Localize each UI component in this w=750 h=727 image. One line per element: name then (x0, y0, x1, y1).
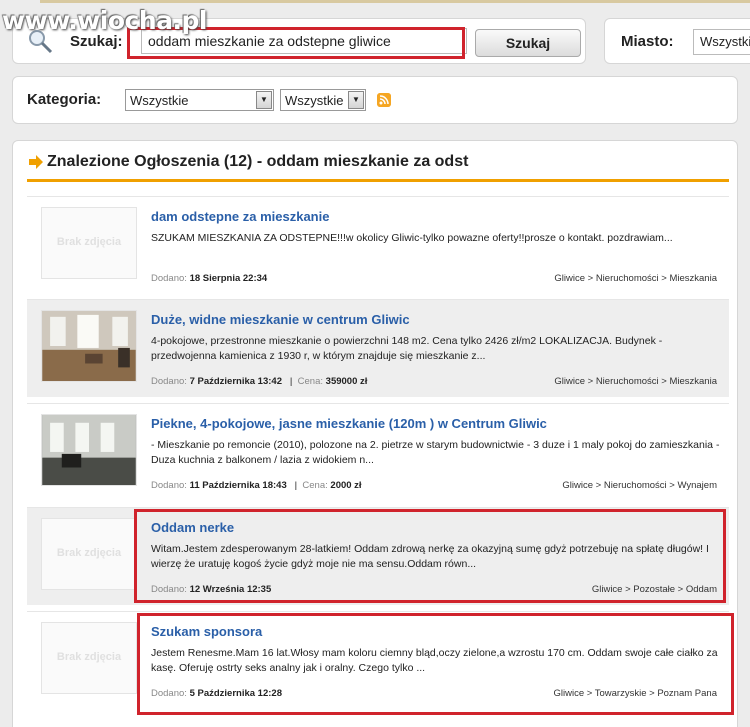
listing-title[interactable]: Duże, widne mieszkanie w centrum Gliwic (151, 312, 410, 327)
results-title-text: Znalezione Ogłoszenia (12) - oddam miesz… (47, 153, 469, 170)
listing-photo[interactable] (41, 310, 137, 382)
subcategory-select-value: Wszystkie (285, 93, 344, 108)
city-panel: Miasto: Wszystkie (604, 18, 750, 64)
listing-item[interactable]: Brak zdjęcia Szukam sponsora Jestem Rene… (27, 611, 729, 709)
listing-category-path[interactable]: Gliwice > Nieruchomości > Mieszkania (554, 273, 717, 284)
listing-thumbnail[interactable]: Brak zdjęcia (41, 622, 137, 694)
no-photo-label: Brak zdjęcia (56, 651, 122, 663)
top-strip (40, 0, 750, 3)
listing-meta: Dodano: 7 Października 13:42 | Cena: 359… (151, 376, 368, 387)
listing-title[interactable]: Piekne, 4-pokojowe, jasne mieszkanie (12… (151, 416, 547, 431)
listing-category-path[interactable]: Gliwice > Nieruchomości > Wynajem (562, 480, 717, 491)
listing-description: Jestem Renesme.Mam 16 lat.Włosy mam kolo… (151, 647, 718, 674)
listing-item[interactable]: Duże, widne mieszkanie w centrum Gliwic … (27, 299, 729, 397)
listing-description: - Mieszkanie po remoncie (2010), polozon… (151, 439, 720, 466)
listing-date: 18 Sierpnia 22:34 (189, 273, 268, 284)
category-select-value: Wszystkie (130, 93, 189, 108)
search-button[interactable]: Szukaj (475, 29, 581, 57)
subcategory-select[interactable]: Wszystkie ▼ (280, 89, 366, 111)
title-divider (27, 179, 729, 182)
listing-title[interactable]: Oddam nerke (151, 520, 234, 535)
listing-price: 2000 zł (330, 480, 362, 491)
listing-price: 359000 zł (325, 376, 368, 387)
listing-item[interactable]: Brak zdjęcia Oddam nerke Witam.Jestem zd… (27, 507, 729, 605)
listing-title[interactable]: dam odstepne za mieszkanie (151, 209, 329, 224)
chevron-down-icon: ▼ (348, 91, 364, 109)
listing-meta: Dodano: 18 Sierpnia 22:34 (151, 273, 268, 284)
listing-date: 7 Października 13:42 (189, 376, 282, 387)
no-photo-label: Brak zdjęcia (56, 547, 122, 559)
arrow-right-icon (29, 155, 43, 169)
listing-date: 5 Października 12:28 (189, 688, 282, 699)
listing-meta: Dodano: 11 Października 18:43 | Cena: 20… (151, 480, 362, 491)
city-select[interactable]: Wszystkie (693, 29, 750, 55)
category-panel: Kategoria: Wszystkie ▼ Wszystkie ▼ (12, 76, 738, 124)
listing-description: SZUKAM MIESZKANIA ZA ODSTEPNE!!!w okolic… (151, 232, 673, 244)
listing-title[interactable]: Szukam sponsora (151, 624, 262, 639)
category-label: Kategoria: (27, 91, 102, 108)
search-label: Szukaj: (70, 33, 123, 50)
listing-meta: Dodano: 12 Września 12:35 (151, 584, 272, 595)
listing-photo[interactable] (41, 414, 137, 486)
category-select[interactable]: Wszystkie ▼ (125, 89, 274, 111)
listing-item[interactable]: Piekne, 4-pokojowe, jasne mieszkanie (12… (27, 403, 729, 501)
results-panel: Znalezione Ogłoszenia (12) - oddam miesz… (12, 140, 738, 727)
watermark-logo: www.wiocha.pl (2, 6, 207, 35)
listing-category-path[interactable]: Gliwice > Towarzyskie > Poznam Pana (553, 688, 717, 699)
rss-icon[interactable] (377, 93, 391, 107)
chevron-down-icon: ▼ (256, 91, 272, 109)
listing-category-path[interactable]: Gliwice > Pozostałe > Oddam (592, 584, 717, 595)
listing-item[interactable]: Brak zdjęcia dam odstepne za mieszkanie … (27, 196, 729, 294)
listing-description: 4-pokojowe, przestronne mieszkanie o pow… (151, 335, 663, 362)
listing-thumbnail[interactable]: Brak zdjęcia (41, 207, 137, 279)
no-photo-label: Brak zdjęcia (56, 236, 122, 248)
city-label: Miasto: (621, 33, 674, 50)
listing-thumbnail[interactable]: Brak zdjęcia (41, 518, 137, 590)
listing-description: Witam.Jestem zdesperowanym 28-latkiem! O… (151, 543, 709, 570)
listing-meta: Dodano: 5 Października 12:28 (151, 688, 282, 699)
listing-category-path[interactable]: Gliwice > Nieruchomości > Mieszkania (554, 376, 717, 387)
listing-date: 11 Października 18:43 (189, 480, 287, 491)
listing-date: 12 Września 12:35 (189, 584, 272, 595)
results-title: Znalezione Ogłoszenia (12) - oddam miesz… (29, 153, 468, 171)
